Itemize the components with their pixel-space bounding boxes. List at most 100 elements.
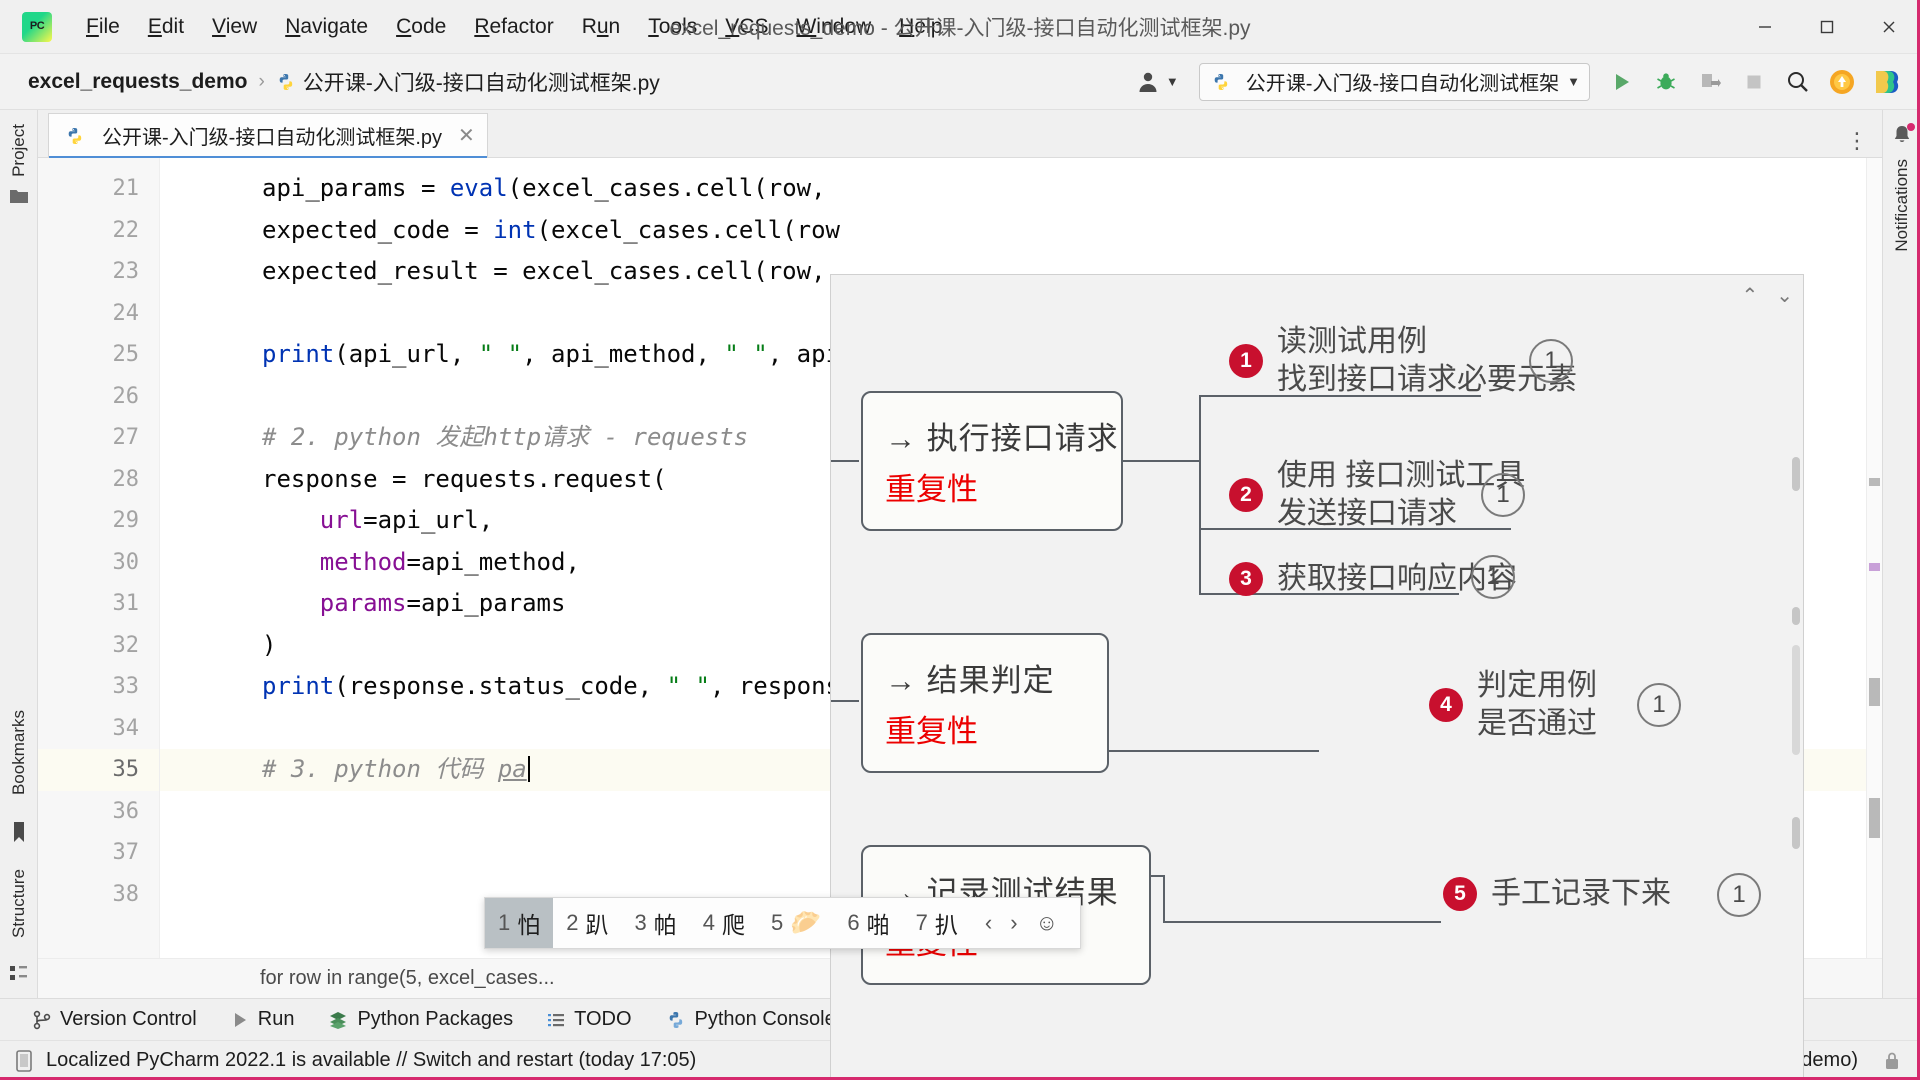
connector-line [1199, 395, 1201, 595]
play-icon [234, 1012, 246, 1027]
run-configuration-selector[interactable]: 公开课-入门级-接口自动化测试框架 ▼ [1198, 62, 1590, 101]
editor-options-icon[interactable]: ⋮ [1846, 129, 1868, 151]
breadcrumb-file[interactable]: 公开课-入门级-接口自动化测试框架.py [303, 67, 660, 97]
code-token: params [319, 589, 407, 617]
menu-navigate[interactable]: Navigate [271, 11, 382, 43]
tab-close-icon[interactable]: ✕ [458, 123, 475, 148]
sidebar-item-notifications[interactable]: Notifications [1892, 159, 1912, 252]
ime-candidate[interactable]: 2趴 [553, 898, 621, 948]
tool-window-run[interactable]: Run [214, 999, 312, 1040]
editor-tab-label: 公开课-入门级-接口自动化测试框架.py [102, 127, 442, 149]
scrollbar-thumb[interactable] [1792, 607, 1800, 625]
menu-window[interactable]: Window [782, 11, 885, 43]
run-button[interactable] [1602, 62, 1642, 102]
main-area: Project Bookmarks Structure 公开课-入门级-接口自动… [0, 110, 1920, 1080]
scrollbar-thumb[interactable] [1792, 817, 1800, 849]
code-line[interactable]: expected_code = int(excel_cases.cell(row [160, 210, 1882, 252]
menu-vcs[interactable]: VCS [711, 11, 782, 43]
mindmap-scrollbar[interactable] [1791, 277, 1801, 1079]
breadcrumb-hint-text: for row in range(5, excel_cases... [260, 967, 555, 989]
status-message[interactable]: Localized PyCharm 2022.1 is available //… [46, 1049, 696, 1072]
ime-candidate-bar[interactable]: 1 怕 2 趴 3 帕 4 爬 5 🥟 6 啪 7 扒 ‹ › ☺ [484, 897, 1082, 949]
minimize-button[interactable] [1734, 0, 1796, 54]
ime-candidate[interactable]: 5 🥟 [758, 898, 834, 948]
lock-icon[interactable] [1884, 1051, 1900, 1071]
ide-assistant-button[interactable] [1866, 62, 1906, 102]
mindmap-leaf-text: 手工记录下来 [1491, 875, 1671, 913]
editor-tab[interactable]: 公开课-入门级-接口自动化测试框架.py ✕ [48, 113, 488, 160]
breadcrumb-project[interactable]: excel_requests_demo [28, 70, 247, 94]
mindmap-count-ring: 1 [1717, 873, 1761, 917]
ime-prev-page-icon[interactable]: ‹ [985, 910, 992, 936]
ime-candidate[interactable]: 6啪 [834, 898, 902, 948]
menu-code[interactable]: Code [382, 11, 460, 43]
ime-candidate-number: 1 [498, 910, 511, 935]
close-button[interactable] [1858, 0, 1920, 54]
code-token: ) [262, 630, 277, 659]
menu-file[interactable]: File [72, 11, 134, 43]
mindmap-count-ring: 1 [1471, 555, 1515, 599]
ime-candidate-text: 啪 [866, 912, 890, 938]
pycharm-logo-icon: PC [22, 11, 52, 42]
updates-button[interactable] [1822, 62, 1862, 102]
connector-line [1163, 875, 1165, 923]
code-line[interactable]: api_params = eval(excel_cases.cell(row, [160, 168, 1882, 210]
tool-window-label: Run [257, 1008, 295, 1030]
menu-run[interactable]: Run [568, 11, 635, 43]
coverage-button[interactable] [1690, 62, 1730, 102]
tool-window-python-packages[interactable]: Python Packages [311, 999, 530, 1040]
notification-bell-wrapper[interactable] [1891, 123, 1915, 151]
menu-help[interactable]: Help [885, 11, 956, 43]
ime-candidate-text: 趴 [585, 912, 609, 938]
bookmark-icon [13, 822, 24, 843]
user-menu-button[interactable]: ▼ [1135, 69, 1179, 95]
close-icon [1883, 21, 1895, 32]
ime-next-page-icon[interactable]: › [1010, 910, 1017, 936]
tool-window-python-console[interactable]: Python Console [649, 999, 853, 1040]
mindmap-leaf[interactable]: 1 读测试用例 找到接口请求必要元素 [1229, 323, 1577, 400]
mindmap-node[interactable]: → 结果判定 重复性 [861, 633, 1109, 773]
mindmap-leaf-line: 是否通过 [1477, 707, 1597, 741]
mindmap-leaf-line: 读测试用例 [1277, 325, 1427, 358]
mindmap-node[interactable]: → 执行接口请求 重复性 [861, 391, 1123, 531]
scrollbar-thumb[interactable] [1792, 645, 1800, 755]
ime-emoji-icon[interactable]: ☺ [1036, 910, 1058, 936]
code-token: =api_params [406, 589, 566, 617]
ime-candidate[interactable]: 3帕 [622, 898, 690, 948]
maximize-button[interactable] [1796, 0, 1858, 54]
code-token: api_params [262, 174, 421, 202]
menu-view[interactable]: View [198, 11, 271, 43]
scrollbar-thumb[interactable] [1792, 457, 1800, 491]
bug-icon [1657, 72, 1675, 89]
ime-candidate-text: 帕 [653, 912, 677, 938]
mindmap-node-subtitle: 重复性 [885, 472, 978, 507]
search-icon [1788, 71, 1808, 92]
menu-refactor[interactable]: Refactor [460, 11, 567, 43]
breadcrumb-separator: › [258, 70, 265, 92]
mindmap-node-title: → 结果判定 [885, 663, 1055, 698]
editor-marker-bar[interactable] [1866, 158, 1882, 998]
line-number: 33 [112, 674, 140, 699]
scroll-up-icon[interactable]: ⌃ [1741, 283, 1758, 308]
sidebar-item-project[interactable]: Project [9, 124, 29, 177]
mindmap-scroll-buttons[interactable]: ⌃ ⌄ [1741, 283, 1793, 308]
ime-candidate[interactable]: 4爬 [690, 898, 758, 948]
navigation-bar: excel_requests_demo › 公开课-入门级-接口自动化测试框架.… [0, 54, 1920, 110]
ime-candidate[interactable]: 7扒 [903, 898, 971, 948]
tool-window-version-control[interactable]: Version Control [16, 999, 214, 1040]
code-token: , api_method, [522, 340, 725, 368]
sidebar-item-bookmarks[interactable]: Bookmarks [9, 710, 29, 795]
stop-button[interactable] [1734, 62, 1774, 102]
mindmap-overlay-window[interactable]: → 执行接口请求 重复性 → 结果判定 重复性 → 记录测试结果 重复性 1 读… [830, 274, 1804, 1080]
menu-edit[interactable]: Edit [134, 11, 198, 43]
mindmap-leaf[interactable]: 4 判定用例 是否通过 [1429, 667, 1597, 744]
search-everywhere-button[interactable] [1778, 62, 1818, 102]
ime-candidate[interactable]: 1怕 [485, 898, 554, 948]
sidebar-item-structure[interactable]: Structure [9, 869, 29, 938]
menu-tools[interactable]: Tools [634, 11, 711, 43]
debug-button[interactable] [1646, 62, 1686, 102]
tool-window-todo[interactable]: TODO [530, 999, 648, 1040]
mindmap-leaf[interactable]: 5 手工记录下来 [1443, 875, 1671, 913]
line-number: 37 [112, 840, 140, 865]
